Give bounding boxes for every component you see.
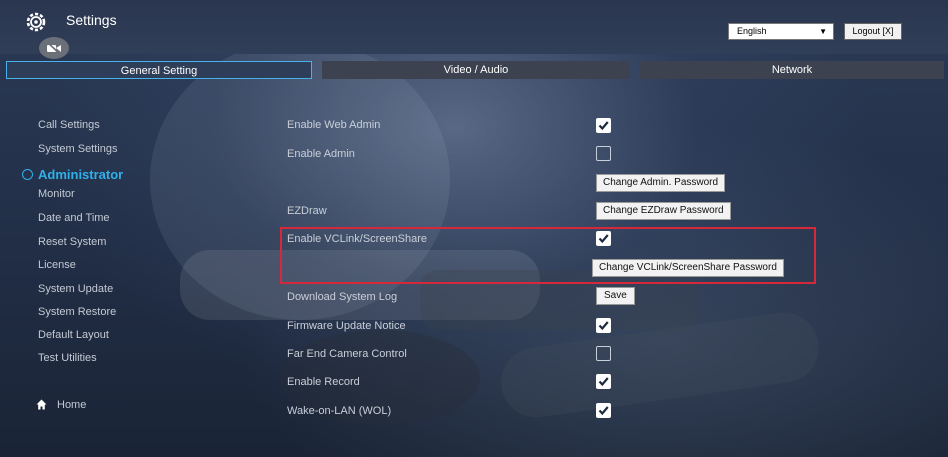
firmware-update-notice-label: Firmware Update Notice — [287, 320, 406, 332]
enable-record-label: Enable Record — [287, 376, 360, 388]
checkmark-icon — [598, 406, 609, 416]
sidebar-item-test-utilities[interactable]: Test Utilities — [38, 352, 97, 364]
page-title: Settings — [66, 12, 117, 28]
sidebar-section-label: Administrator — [38, 167, 124, 182]
download-system-log-label: Download System Log — [287, 291, 398, 303]
tab-video-audio[interactable]: Video / Audio — [322, 61, 630, 79]
wake-on-lan-checkbox[interactable] — [596, 403, 611, 418]
settings-app: Settings English ▼ Logout [X] General Se… — [0, 0, 948, 457]
language-select-value: English — [737, 26, 767, 36]
far-end-camera-control-checkbox[interactable] — [596, 346, 611, 361]
camera-off-icon[interactable] — [39, 37, 69, 59]
dropdown-arrow-icon: ▼ — [819, 27, 827, 36]
gear-icon — [26, 12, 46, 32]
enable-web-admin-checkbox[interactable] — [596, 118, 611, 133]
sidebar-item-monitor[interactable]: Monitor — [38, 188, 75, 200]
checkmark-icon — [598, 234, 609, 244]
change-ezdraw-password-button[interactable]: Change EZDraw Password — [596, 202, 731, 220]
sidebar-section-administrator[interactable]: Administrator — [22, 167, 123, 182]
checkmark-icon — [598, 377, 609, 387]
home-icon — [36, 399, 47, 410]
enable-web-admin-label: Enable Web Admin — [287, 119, 381, 131]
circle-icon — [22, 169, 33, 180]
sidebar-item-reset-system[interactable]: Reset System — [38, 236, 106, 248]
change-admin-password-button[interactable]: Change Admin. Password — [596, 174, 726, 192]
header-bar: Settings English ▼ Logout [X] — [0, 0, 948, 59]
wake-on-lan-label: Wake-on-LAN (WOL) — [287, 405, 392, 417]
change-vclink-password-button[interactable]: Change VCLink/ScreenShare Password — [592, 259, 784, 277]
sidebar-item-license[interactable]: License — [38, 259, 76, 271]
checkmark-icon — [598, 321, 609, 331]
checkmark-icon — [598, 121, 609, 131]
sidebar-item-home[interactable]: Home — [36, 399, 86, 411]
sidebar-item-date-and-time[interactable]: Date and Time — [38, 212, 110, 224]
save-button[interactable]: Save — [596, 287, 635, 305]
ezdraw-label: EZDraw — [287, 205, 327, 217]
enable-admin-label: Enable Admin — [287, 148, 355, 160]
home-label: Home — [57, 399, 87, 411]
enable-vclink-label: Enable VCLink/ScreenShare — [287, 233, 428, 245]
far-end-camera-control-label: Far End Camera Control — [287, 348, 407, 360]
sidebar-item-call-settings[interactable]: Call Settings — [38, 119, 100, 131]
firmware-update-notice-checkbox[interactable] — [596, 318, 611, 333]
enable-record-checkbox[interactable] — [596, 374, 611, 389]
tab-network[interactable]: Network — [640, 61, 944, 79]
sidebar-item-default-layout[interactable]: Default Layout — [38, 329, 109, 341]
sidebar-item-system-restore[interactable]: System Restore — [38, 306, 116, 318]
sidebar-item-system-update[interactable]: System Update — [38, 283, 113, 295]
tab-general-setting[interactable]: General Setting — [6, 61, 312, 79]
language-select[interactable]: English ▼ — [728, 23, 834, 40]
enable-admin-checkbox[interactable] — [596, 146, 611, 161]
logout-button[interactable]: Logout [X] — [844, 23, 902, 40]
sidebar-item-system-settings[interactable]: System Settings — [38, 143, 117, 155]
enable-vclink-checkbox[interactable] — [596, 231, 611, 246]
